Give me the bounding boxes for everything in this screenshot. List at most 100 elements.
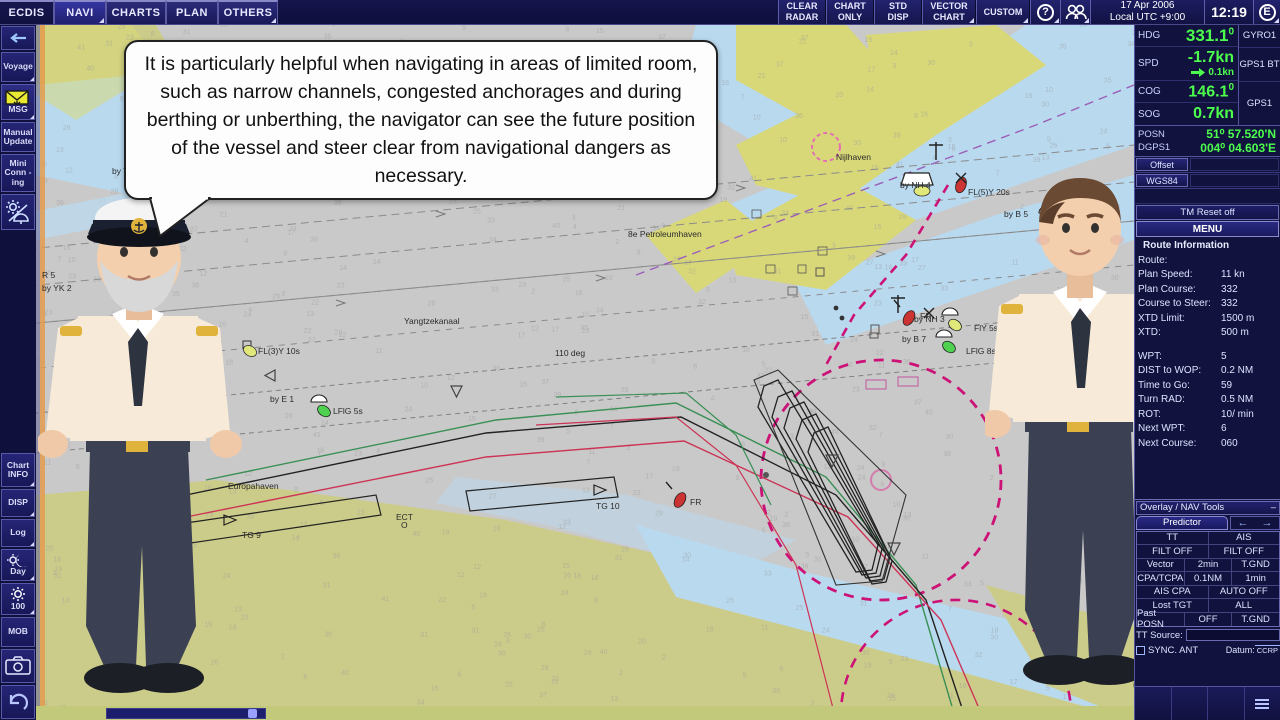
route-info-value: 060 xyxy=(1221,437,1238,449)
vector-chart-button[interactable]: VECTOR CHART xyxy=(922,0,976,24)
tab-plan[interactable]: PLAN xyxy=(166,0,218,24)
overlay-header[interactable]: Overlay / NAV Tools – xyxy=(1136,500,1280,515)
tab-navi[interactable]: NAVI xyxy=(54,0,106,24)
overlay-cell[interactable]: T.GND xyxy=(1232,613,1279,627)
route-info-value: 332 xyxy=(1221,283,1238,295)
route-information-rows: Route: Plan Speed: 11 kn Plan Course: 332 Cou… xyxy=(1135,253,1280,340)
custom-button[interactable]: CUSTOM xyxy=(976,0,1030,24)
tab-others[interactable]: OTHERS xyxy=(218,0,278,24)
offset-value-field[interactable] xyxy=(1190,158,1279,171)
cog-sog-source[interactable]: GPS1 xyxy=(1239,82,1280,125)
posn-source-label: DGPS1 xyxy=(1138,142,1171,153)
minimize-icon[interactable]: – xyxy=(1271,502,1276,513)
datum-value-field[interactable] xyxy=(1190,174,1279,187)
std-disp-line2: DISP xyxy=(887,12,909,22)
chart-label: Yangtzekanaal xyxy=(404,316,460,326)
sidebar-mini-conning[interactable]: Mini Conn -ing xyxy=(1,154,35,192)
route-info-value: 1500 m xyxy=(1221,312,1255,324)
sidebar-manual-update[interactable]: Manual Update xyxy=(1,122,35,152)
route-info-value: 0.5 NM xyxy=(1221,394,1254,406)
gyro-source[interactable]: GYRO1 xyxy=(1239,25,1280,48)
ecdis-application: 6222533218940402481181611113210327193512… xyxy=(0,0,1280,720)
datum-value[interactable]: CCRP xyxy=(1254,645,1280,655)
route-info-key: Plan Course: xyxy=(1138,283,1196,295)
tm-reset-button[interactable]: TM Reset off xyxy=(1136,205,1279,220)
overlay-cell[interactable]: Vector xyxy=(1137,558,1185,571)
wgs84-button[interactable]: WGS84 xyxy=(1136,174,1188,187)
menu-header[interactable]: MENU xyxy=(1136,221,1279,237)
bottom-tab-1[interactable] xyxy=(1135,687,1172,720)
overlay-cell[interactable]: AIS CPA xyxy=(1137,585,1209,598)
overlay-cell[interactable]: Past POSN xyxy=(1137,608,1185,630)
sidebar-screenshot[interactable] xyxy=(1,649,35,683)
left-arrow-icon[interactable]: ← xyxy=(1238,517,1249,529)
sidebar-chart-info[interactable]: Chart INFO xyxy=(1,453,35,487)
sidebar-corner-icon xyxy=(30,610,34,614)
overlay-cell[interactable]: ALL xyxy=(1209,599,1280,612)
spd-source[interactable]: GPS1 BT xyxy=(1239,48,1280,82)
sidebar-voyage[interactable]: Voyage xyxy=(1,52,35,82)
overlay-cell[interactable]: CPA/TCPA xyxy=(1137,572,1185,585)
sidebar-log[interactable]: Log xyxy=(1,519,35,547)
users-button[interactable] xyxy=(1060,0,1090,24)
overlay-cell[interactable]: 0.1NM xyxy=(1185,572,1233,585)
overlay-table-row: Past POSN OFF T.GND xyxy=(1137,608,1279,630)
envelope-icon xyxy=(5,90,29,106)
overlay-cell[interactable]: 1min xyxy=(1232,572,1279,585)
right-arrow-icon[interactable]: → xyxy=(1262,517,1273,529)
overlay-cell[interactable]: AIS xyxy=(1209,532,1280,545)
posn-label: POSN xyxy=(1138,129,1165,140)
sun-moon-icon xyxy=(7,554,27,568)
chart-label: by E 1 xyxy=(270,394,295,404)
std-disp-button[interactable]: STD DISP xyxy=(874,0,922,24)
sidebar-undo[interactable] xyxy=(1,685,35,719)
progress-fill xyxy=(106,708,266,719)
sync-ant-label: SYNC. ANT xyxy=(1148,644,1199,656)
overlay-table-row: TT AIS xyxy=(1137,531,1280,545)
hdg-value: 331.10 xyxy=(1185,25,1234,45)
tt-source-input[interactable] xyxy=(1185,629,1280,641)
nav-values-column: HDG 331.10 SPD -1.7kn 0.1kn COG 146.10 S… xyxy=(1135,25,1239,125)
route-info-row: Course to Steer: 332 xyxy=(1135,297,1280,312)
offset-button[interactable]: Offset xyxy=(1136,158,1188,171)
overlay-cell[interactable]: AUTO OFF xyxy=(1209,586,1280,599)
sidebar-back[interactable] xyxy=(1,26,35,50)
overlay-cell[interactable]: FILT OFF xyxy=(1137,545,1209,558)
sidebar-alarm[interactable] xyxy=(1,194,35,230)
nav-sources-column: GYRO1 GPS1 BT GPS1 xyxy=(1239,25,1280,125)
tab-navi-label: NAVI xyxy=(66,7,94,19)
overlay-cell[interactable]: OFF xyxy=(1185,612,1233,626)
sidebar-brightness[interactable]: 100 xyxy=(1,583,35,615)
overlay-cell[interactable]: FILT OFF xyxy=(1209,545,1280,558)
bottom-tab-3[interactable] xyxy=(1208,687,1245,720)
progress-knob[interactable] xyxy=(248,709,257,718)
overlay-cell[interactable]: T.GND xyxy=(1232,559,1279,572)
bottom-tab-menu[interactable] xyxy=(1244,687,1280,720)
help-button[interactable]: ? xyxy=(1030,0,1060,24)
sync-ant-checkbox[interactable] xyxy=(1136,645,1145,655)
clear-radar-button[interactable]: CLEAR RADAR xyxy=(778,0,826,24)
date-time-display: 17 Apr 2006 Local UTC +9:00 xyxy=(1090,0,1204,24)
tab-charts[interactable]: CHARTS xyxy=(106,0,166,24)
clear-radar-line2: RADAR xyxy=(785,12,819,22)
overlay-cell[interactable]: 2min xyxy=(1185,558,1233,571)
tab-ecdis[interactable]: ECDIS xyxy=(0,0,54,24)
chart-only-button[interactable]: CHART ONLY xyxy=(826,0,874,24)
playback-progress-bar[interactable] xyxy=(36,706,1134,720)
route-info-row: Next Course: 060 xyxy=(1135,436,1280,451)
sidebar-day[interactable]: Day xyxy=(1,549,35,581)
chart-label: FR xyxy=(920,311,932,321)
sidebar-disp[interactable]: DISP xyxy=(1,489,35,517)
overlay-cell[interactable]: TT xyxy=(1137,531,1209,544)
sidebar-mob[interactable]: MOB xyxy=(1,617,35,647)
sidebar-corner-icon xyxy=(30,77,34,81)
std-disp-line1: STD xyxy=(889,1,907,11)
sidebar-msg[interactable]: MSG xyxy=(1,84,35,120)
sog-value: 0.7kn xyxy=(1193,105,1234,122)
sog-label: SOG xyxy=(1138,108,1161,120)
bottom-tab-2[interactable] xyxy=(1171,687,1208,720)
chart-label: Nijlhaven xyxy=(836,152,871,162)
tab-predictor[interactable]: Predictor xyxy=(1136,515,1228,530)
predictor-tab-row: Predictor ← → xyxy=(1136,515,1280,530)
e-button[interactable]: E xyxy=(1254,0,1280,24)
